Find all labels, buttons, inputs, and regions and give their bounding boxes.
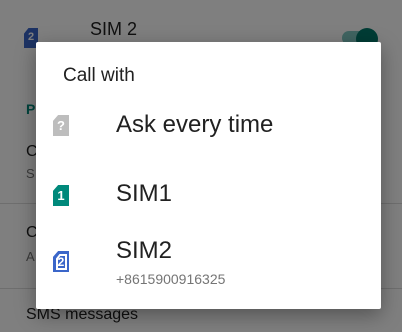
call-with-dialog: Call with ? Ask every time 1 SIM1 2 SIM2… xyxy=(36,42,381,309)
option-sim1[interactable]: 1 SIM1 xyxy=(36,164,381,228)
option-label: SIM2 xyxy=(116,237,173,264)
option-label: SIM1 xyxy=(116,180,173,207)
option-ask-every-time[interactable]: ? Ask every time xyxy=(36,102,381,164)
sim-question-icon: ? xyxy=(53,115,69,136)
sim2-phone-number: +8615900916325 xyxy=(116,271,226,287)
sim1-card-icon: 1 xyxy=(53,185,69,206)
option-label: Ask every time xyxy=(116,111,274,138)
sim2-card-icon: 2 xyxy=(53,251,69,272)
option-sim2[interactable]: 2 SIM2 +8615900916325 xyxy=(36,228,381,308)
phone-screen: 2 SIM 2 P C S C A SMS messages Call with… xyxy=(0,0,402,332)
dialog-title: Call with xyxy=(63,65,135,86)
